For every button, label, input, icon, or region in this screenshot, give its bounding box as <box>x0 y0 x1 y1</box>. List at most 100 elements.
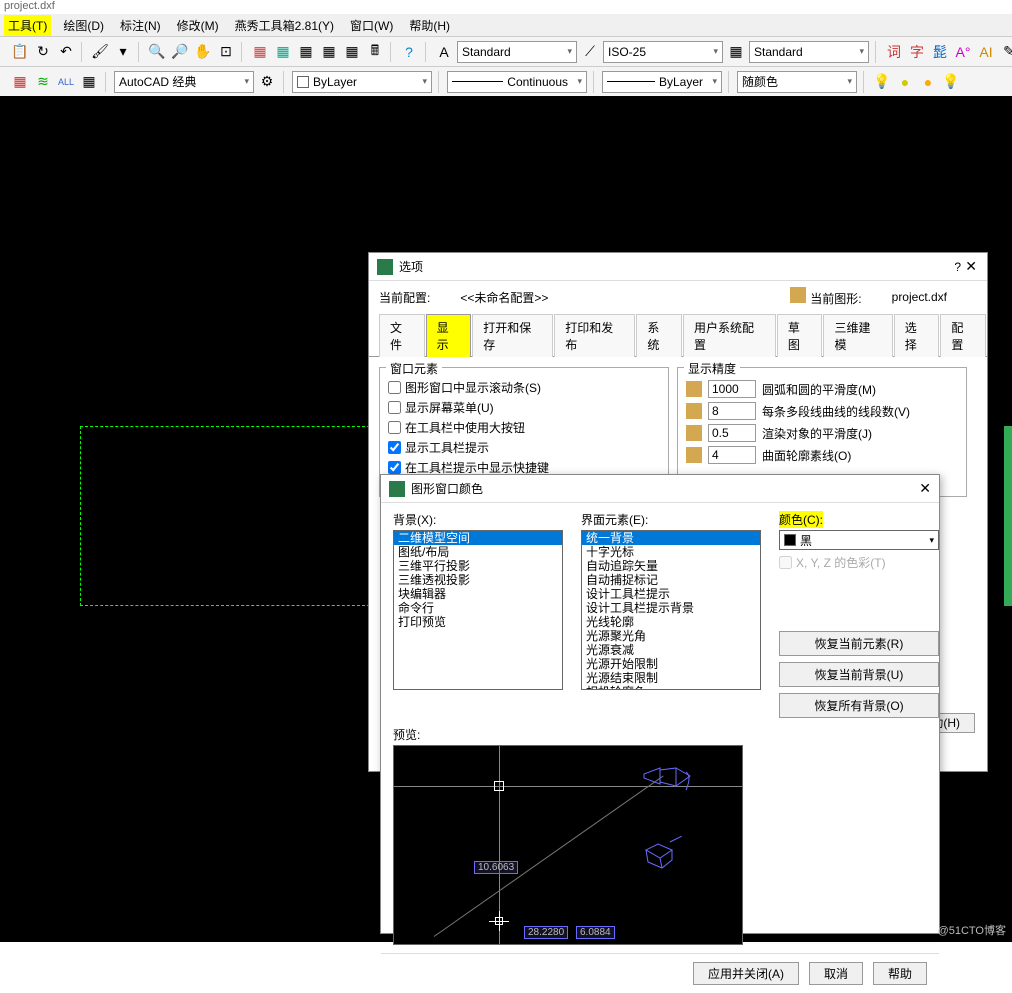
word2-icon[interactable]: 字 <box>907 42 927 62</box>
table-style-icon[interactable]: ▦ <box>726 42 746 62</box>
r4-icon[interactable]: ▦ <box>79 72 99 92</box>
sheet-icon[interactable]: ▦ <box>319 42 339 62</box>
zoom-extents-icon[interactable]: ⊡ <box>216 42 236 62</box>
options-help-icon[interactable]: ? <box>954 260 961 274</box>
menu-2[interactable]: 标注(N) <box>116 15 165 36</box>
element-item-8[interactable]: 光源衰减 <box>582 643 760 657</box>
precision-input-0[interactable] <box>708 380 756 398</box>
context-item-6[interactable]: 打印预览 <box>394 615 562 629</box>
restore-btn-0[interactable]: 恢复当前元素(R) <box>779 631 939 656</box>
preview-box: 10.6063 28.2280 6.0884 <box>393 745 743 945</box>
restore-btn-1[interactable]: 恢复当前背景(U) <box>779 662 939 687</box>
brush-icon[interactable]: 🖌 <box>90 42 110 62</box>
dim-style-combo[interactable]: ISO-25 <box>603 41 723 63</box>
dsgn-icon[interactable]: ▦ <box>273 42 293 62</box>
plot-color-combo[interactable]: 随颜色 <box>737 71 857 93</box>
element-item-6[interactable]: 光线轮廓 <box>582 615 760 629</box>
dropdown-icon[interactable]: ▾ <box>113 42 133 62</box>
menu-5[interactable]: 窗口(W) <box>346 15 397 36</box>
tab-草图[interactable]: 草图 <box>777 314 823 357</box>
help-icon[interactable]: ? <box>399 42 419 62</box>
element-item-11[interactable]: 相机轮廓色 <box>582 685 760 690</box>
tab-三维建模[interactable]: 三维建模 <box>823 314 892 357</box>
tab-打开和保存[interactable]: 打开和保存 <box>472 314 553 357</box>
undo-icon[interactable]: ↶ <box>56 42 76 62</box>
color-footer-btn-1[interactable]: 取消 <box>809 962 863 985</box>
element-item-1[interactable]: 十字光标 <box>582 545 760 559</box>
options-close-icon[interactable]: ✕ <box>965 258 977 275</box>
layer-color-combo[interactable]: ByLayer <box>292 71 432 93</box>
precision-input-1[interactable] <box>708 402 756 420</box>
color-close-icon[interactable]: ✕ <box>919 480 931 497</box>
dim-style-icon[interactable]: ⟋ <box>580 42 600 62</box>
bulb2-icon[interactable]: ● <box>895 72 915 92</box>
element-listbox[interactable]: 统一背景十字光标自动追踪矢量自动捕捉标记设计工具栏提示设计工具栏提示背景光线轮廓… <box>581 530 761 690</box>
element-item-7[interactable]: 光源聚光角 <box>582 629 760 643</box>
tab-系统[interactable]: 系统 <box>636 314 682 357</box>
window-opt-3[interactable]: 显示工具栏提示 <box>388 439 660 456</box>
bulb3-icon[interactable]: ● <box>918 72 938 92</box>
context-item-1[interactable]: 图纸/布局 <box>394 545 562 559</box>
mark-icon[interactable]: ▦ <box>342 42 362 62</box>
tab-选择[interactable]: 选择 <box>894 314 940 357</box>
context-item-2[interactable]: 三维平行投影 <box>394 559 562 573</box>
text-edit-icon[interactable]: ✎ <box>999 42 1012 62</box>
tab-显示[interactable]: 显示 <box>426 314 472 357</box>
r3-icon[interactable]: ALL <box>56 72 76 92</box>
menu-3[interactable]: 修改(M) <box>173 15 223 36</box>
menu-4[interactable]: 燕秀工具箱2.81(Y) <box>231 15 338 36</box>
precision-input-2[interactable] <box>708 424 756 442</box>
workspace-combo[interactable]: AutoCAD 经典 <box>114 71 254 93</box>
options-title-bar: 选项 ? ✕ <box>369 253 987 281</box>
calc-icon[interactable]: 🖩 <box>365 42 385 62</box>
text-a-icon[interactable]: A° <box>953 42 973 62</box>
text-style-combo[interactable]: Standard <box>457 41 577 63</box>
zoom-in-icon[interactable]: 🔍 <box>147 42 167 62</box>
menu-0[interactable]: 工具(T) <box>4 15 51 36</box>
bulb4-icon[interactable]: 💡 <box>941 72 961 92</box>
menu-6[interactable]: 帮助(H) <box>405 15 454 36</box>
menu-1[interactable]: 绘图(D) <box>59 15 108 36</box>
tab-文件[interactable]: 文件 <box>379 314 425 357</box>
word1-icon[interactable]: 词 <box>884 42 904 62</box>
tool-icon[interactable]: ▦ <box>296 42 316 62</box>
window-opt-1[interactable]: 显示屏幕菜单(U) <box>388 399 660 416</box>
zoom-out-icon[interactable]: 🔎 <box>170 42 190 62</box>
element-item-9[interactable]: 光源开始限制 <box>582 657 760 671</box>
table-style-combo[interactable]: Standard <box>749 41 869 63</box>
lineweight-combo[interactable]: ByLayer <box>602 71 722 93</box>
context-item-3[interactable]: 三维透视投影 <box>394 573 562 587</box>
context-listbox[interactable]: 二维模型空间图纸/布局三维平行投影三维透视投影块编辑器命令行打印预览 <box>393 530 563 690</box>
color-combo[interactable]: 黑 <box>779 530 939 550</box>
color-footer-btn-2[interactable]: 帮助 <box>873 962 927 985</box>
element-item-3[interactable]: 自动捕捉标记 <box>582 573 760 587</box>
mtext-icon[interactable]: 髭 <box>930 42 950 62</box>
text-style-icon[interactable]: A <box>434 42 454 62</box>
context-item-0[interactable]: 二维模型空间 <box>394 531 562 545</box>
tab-配置[interactable]: 配置 <box>940 314 986 357</box>
element-item-2[interactable]: 自动追踪矢量 <box>582 559 760 573</box>
tab-用户系统配置[interactable]: 用户系统配置 <box>683 314 776 357</box>
context-item-5[interactable]: 命令行 <box>394 601 562 615</box>
props-icon[interactable]: ▦ <box>250 42 270 62</box>
linetype-combo[interactable]: Continuous <box>447 71 587 93</box>
color-footer-btn-0[interactable]: 应用并关闭(A) <box>693 962 799 985</box>
element-item-5[interactable]: 设计工具栏提示背景 <box>582 601 760 615</box>
redo-icon[interactable]: ↻ <box>33 42 53 62</box>
element-item-0[interactable]: 统一背景 <box>582 531 760 545</box>
context-item-4[interactable]: 块编辑器 <box>394 587 562 601</box>
window-opt-0[interactable]: 图形窗口中显示滚动条(S) <box>388 379 660 396</box>
r2-icon[interactable]: ≋ <box>33 72 53 92</box>
restore-btn-2[interactable]: 恢复所有背景(O) <box>779 693 939 718</box>
text-ai-icon[interactable]: AI <box>976 42 996 62</box>
ws-gear-icon[interactable]: ⚙ <box>257 72 277 92</box>
element-item-4[interactable]: 设计工具栏提示 <box>582 587 760 601</box>
copy-icon[interactable]: 📋 <box>10 42 30 62</box>
tab-打印和发布[interactable]: 打印和发布 <box>554 314 635 357</box>
bulb1-icon[interactable]: 💡 <box>872 72 892 92</box>
window-opt-2[interactable]: 在工具栏中使用大按钮 <box>388 419 660 436</box>
element-item-10[interactable]: 光源结束限制 <box>582 671 760 685</box>
r1-icon[interactable]: ▦ <box>10 72 30 92</box>
precision-input-3[interactable] <box>708 446 756 464</box>
pan-icon[interactable]: ✋ <box>193 42 213 62</box>
